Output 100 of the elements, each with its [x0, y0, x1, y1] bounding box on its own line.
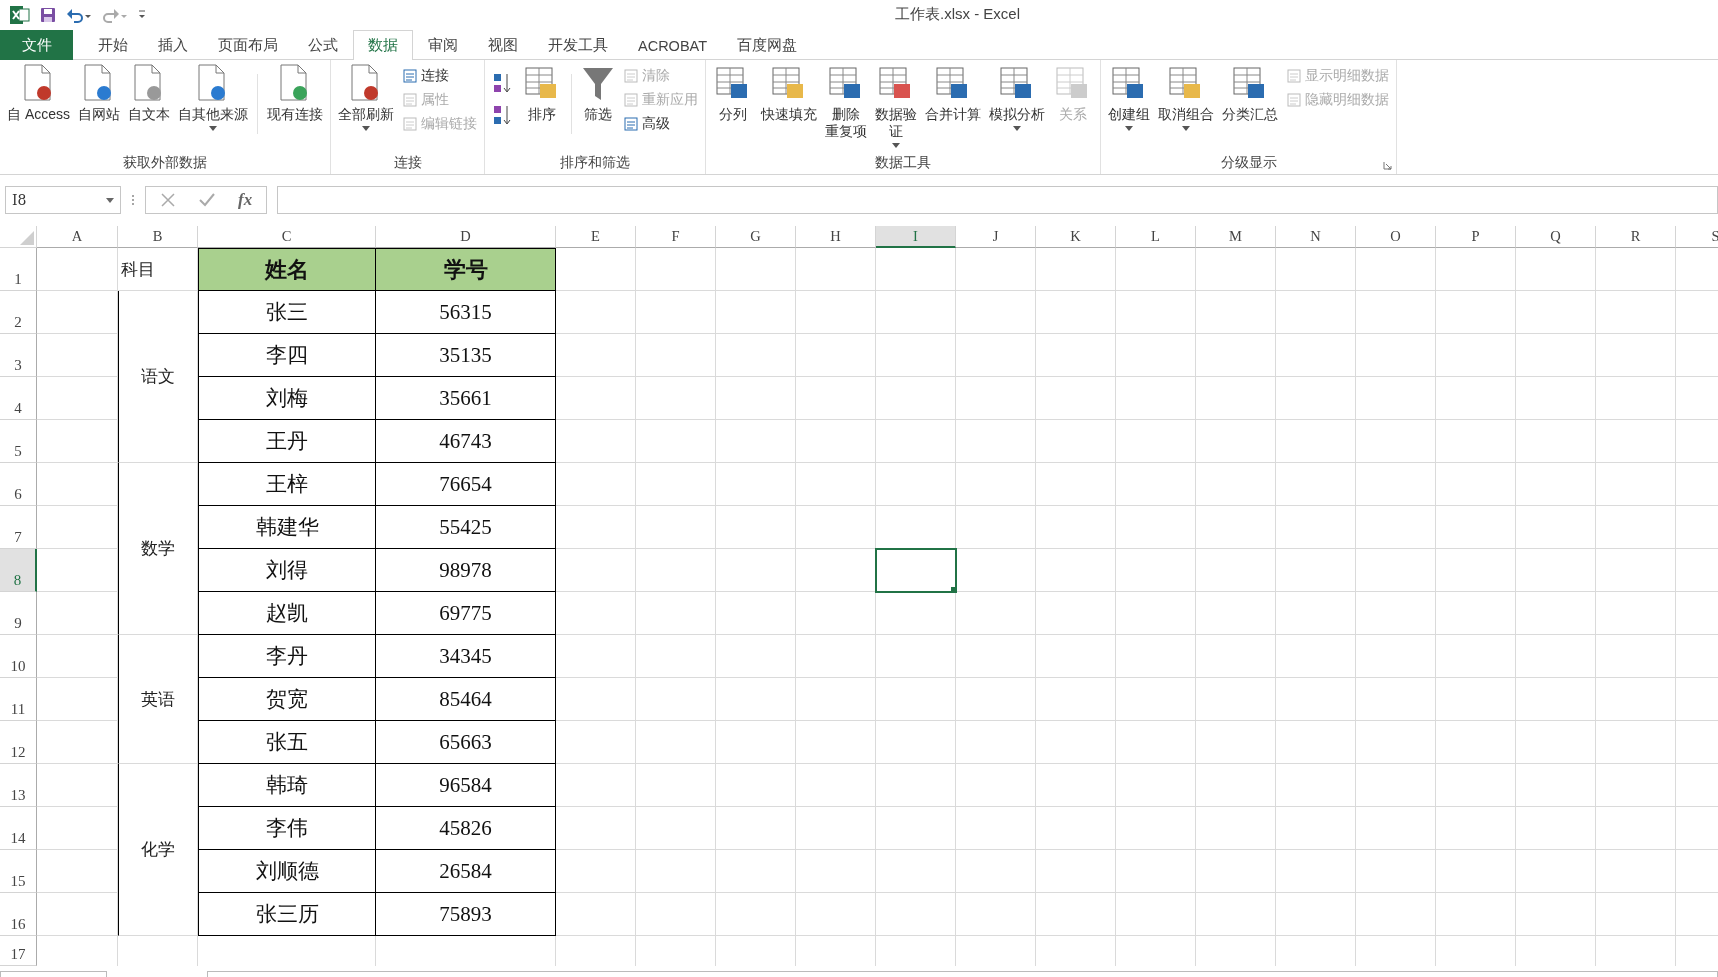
column-header[interactable]: M [1196, 226, 1276, 248]
customize-caret-icon[interactable] [138, 10, 146, 20]
row-header[interactable]: 6 [0, 463, 37, 506]
caret-icon [1013, 126, 1021, 131]
ribbon-small-button[interactable]: 高级 [620, 114, 701, 134]
column-header[interactable]: P [1436, 226, 1516, 248]
ribbon-tab[interactable]: 数据 [353, 30, 413, 60]
ribbon-tab[interactable]: 开发工具 [533, 30, 623, 60]
ribbon-tab[interactable]: 百度网盘 [722, 30, 813, 60]
row-header[interactable]: 4 [0, 377, 37, 420]
row-header[interactable]: 7 [0, 506, 37, 549]
ribbon-button[interactable]: 自 Access [4, 64, 73, 123]
ribbon-button[interactable]: 快速填充 [758, 64, 820, 123]
subject-cell: 语文 [118, 291, 198, 463]
row-header[interactable]: 11 [0, 678, 37, 721]
ribbon-button[interactable]: 删除 重复项 [822, 64, 870, 140]
column-header[interactable]: C [198, 226, 376, 248]
table-cell: 韩建华 [198, 506, 376, 549]
ribbon-tab[interactable]: 插入 [143, 30, 203, 60]
ribbon-button[interactable]: 自文本 [125, 64, 173, 123]
row-header[interactable]: 9 [0, 592, 37, 635]
check-icon[interactable] [198, 192, 216, 208]
table-cell: 刘梅 [198, 377, 376, 420]
column-header[interactable]: D [376, 226, 556, 248]
column-header[interactable]: B [118, 226, 198, 248]
ribbon-tab[interactable]: 文件 [0, 30, 73, 60]
table-cell: 张三历 [198, 893, 376, 936]
ribbon-button[interactable]: 全部刷新 [335, 64, 397, 131]
ribbon-tab[interactable]: 审阅 [413, 30, 473, 60]
save-icon[interactable] [40, 7, 56, 23]
column-header[interactable]: A [37, 226, 118, 248]
ribbon-button[interactable]: 现有连接 [264, 64, 326, 123]
sort-ascending-icon[interactable] [493, 72, 513, 94]
column-header[interactable]: K [1036, 226, 1116, 248]
dialog-launcher-icon[interactable] [1383, 161, 1392, 170]
triangle-icon [20, 231, 34, 245]
ribbon-button[interactable]: 自其他来源 [175, 64, 251, 131]
table-cell: 34345 [376, 635, 556, 678]
ribbon-tab[interactable]: 页面布局 [203, 30, 293, 60]
column-title-cell: 学号 [376, 248, 556, 291]
ribbon-button[interactable]: 分列 [710, 64, 756, 123]
ribbon-tab[interactable]: 公式 [293, 30, 353, 60]
ribbon-tab[interactable]: ACROBAT [623, 30, 723, 60]
cancel-icon[interactable] [160, 192, 176, 208]
redo-icon[interactable] [102, 7, 128, 23]
row-header[interactable]: 8 [0, 549, 37, 592]
subject-cell: 数学 [118, 463, 198, 635]
row-header[interactable]: 10 [0, 635, 37, 678]
row-header[interactable]: 5 [0, 420, 37, 463]
ribbon-button[interactable]: 自网站 [75, 64, 123, 123]
group-label: 分级显示 [1220, 154, 1277, 172]
table-cell: 35135 [376, 334, 556, 377]
ribbon-button[interactable]: 排序 [519, 64, 565, 123]
insert-function-button[interactable]: fx [238, 190, 253, 210]
column-header[interactable]: G [716, 226, 796, 248]
row-header[interactable]: 13 [0, 764, 37, 807]
table-cell: 56315 [376, 291, 556, 334]
sort-descending-icon[interactable] [493, 104, 513, 126]
ribbon-button[interactable]: 取消组合 [1155, 64, 1217, 131]
horizontal-scrollbar[interactable] [207, 971, 1718, 977]
table-cell: 李四 [198, 334, 376, 377]
row-header[interactable]: 3 [0, 334, 37, 377]
row-header[interactable]: 2 [0, 291, 37, 334]
caret-icon [106, 197, 114, 203]
column-header[interactable]: Q [1516, 226, 1596, 248]
column-header[interactable]: J [956, 226, 1036, 248]
ribbon-button[interactable]: 创建组 [1105, 64, 1153, 131]
formula-input-field[interactable] [277, 186, 1718, 214]
row-header[interactable]: 1 [0, 248, 37, 291]
ribbon-tab[interactable]: 视图 [473, 30, 533, 60]
undo-icon[interactable] [66, 7, 92, 23]
table-cell: 85464 [376, 678, 556, 721]
table-cell: 李丹 [198, 635, 376, 678]
row-header[interactable]: 15 [0, 850, 37, 893]
table-cell: 26584 [376, 850, 556, 893]
row-header[interactable]: 17 [0, 936, 37, 966]
caret-icon [1182, 126, 1190, 131]
column-header[interactable]: H [796, 226, 876, 248]
row-header[interactable]: 16 [0, 893, 37, 936]
ribbon-button[interactable]: 合并计算 [922, 64, 984, 123]
ribbon-button[interactable]: 筛选 [578, 64, 618, 123]
table-cell: 75893 [376, 893, 556, 936]
ribbon-button[interactable]: 模拟分析 [986, 64, 1048, 131]
row-header[interactable]: 14 [0, 807, 37, 850]
column-header[interactable]: F [636, 226, 716, 248]
table-cell: 张五 [198, 721, 376, 764]
row-header[interactable]: 12 [0, 721, 37, 764]
column-header[interactable]: I [876, 226, 956, 248]
column-header[interactable]: L [1116, 226, 1196, 248]
table-cell: 王丹 [198, 420, 376, 463]
name-box[interactable]: I8 [5, 186, 121, 214]
column-header[interactable]: O [1356, 226, 1436, 248]
column-header[interactable]: E [556, 226, 636, 248]
ribbon-button[interactable]: 数据验 证 [872, 64, 920, 148]
ribbon-small-button[interactable]: 连接 [399, 66, 480, 86]
ribbon-tab[interactable]: 开始 [83, 30, 143, 60]
ribbon-button[interactable]: 分类汇总 [1219, 64, 1281, 123]
column-header[interactable]: N [1276, 226, 1356, 248]
column-header[interactable]: R [1596, 226, 1676, 248]
selected-cell[interactable] [875, 548, 957, 593]
